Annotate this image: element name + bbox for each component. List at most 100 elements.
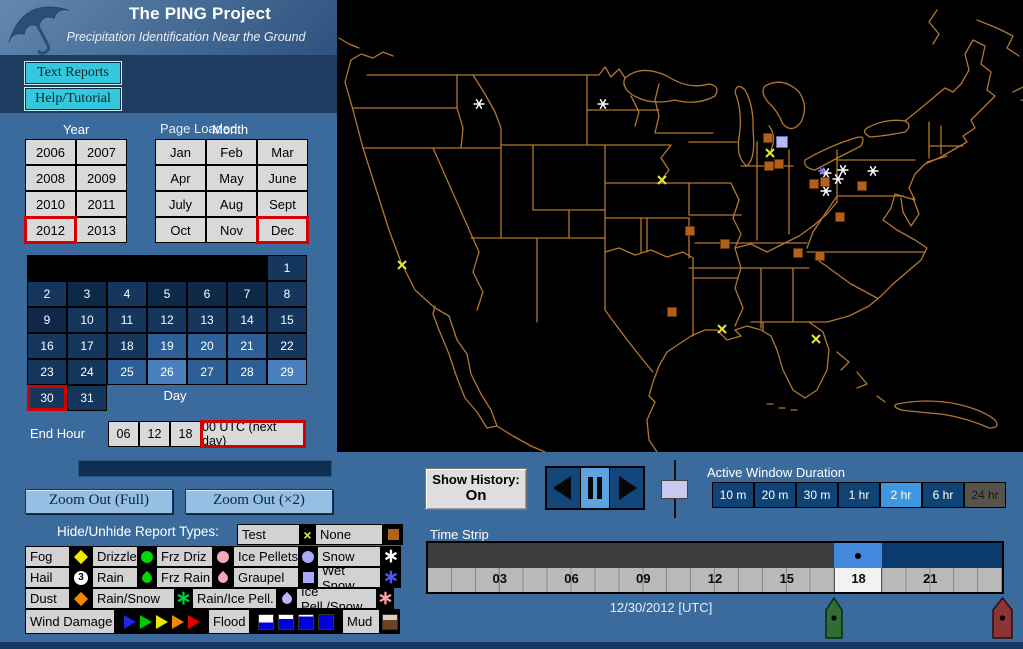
legend-toggle-none[interactable]: None bbox=[315, 524, 383, 545]
duration-button-1hr[interactable]: 1 hr bbox=[838, 482, 880, 508]
day-button-4[interactable]: 4 bbox=[107, 281, 147, 307]
day-button-27[interactable]: 27 bbox=[187, 359, 227, 385]
day-button-30[interactable]: 30 bbox=[27, 385, 67, 411]
legend-icon-cell[interactable] bbox=[70, 588, 92, 609]
legend-icon-cell[interactable] bbox=[299, 546, 317, 567]
day-button-15[interactable]: 15 bbox=[267, 307, 307, 333]
legend-toggle-ice-pell-snow[interactable]: Ice Pell./Snow bbox=[296, 588, 377, 609]
step-back-button[interactable] bbox=[547, 468, 577, 508]
zoom-out-x2-button[interactable]: Zoom Out (×2) bbox=[185, 489, 333, 514]
month-button-jan[interactable]: Jan bbox=[155, 139, 206, 165]
legend-toggle-flood[interactable]: Flood bbox=[208, 609, 250, 634]
year-button-2008[interactable]: 2008 bbox=[25, 165, 76, 191]
day-button-23[interactable]: 23 bbox=[27, 359, 67, 385]
slider-handle[interactable] bbox=[661, 480, 688, 499]
end-hour-button-00utc[interactable]: 00 UTC (next day) bbox=[201, 421, 305, 447]
end-hour-button-18[interactable]: 18 bbox=[170, 421, 201, 447]
day-button-5[interactable]: 5 bbox=[147, 281, 187, 307]
legend-toggle-wind-damage[interactable]: Wind Damage bbox=[25, 609, 115, 634]
legend-icon-cell[interactable] bbox=[138, 546, 156, 567]
end-hour-button-06[interactable]: 06 bbox=[108, 421, 139, 447]
day-button-17[interactable]: 17 bbox=[67, 333, 107, 359]
day-button-31[interactable]: 31 bbox=[67, 385, 107, 411]
future-segment[interactable] bbox=[882, 543, 1002, 568]
month-button-feb[interactable]: Feb bbox=[206, 139, 257, 165]
duration-button-6hr[interactable]: 6 hr bbox=[922, 482, 964, 508]
month-button-july[interactable]: July bbox=[155, 191, 206, 217]
legend-icon-cell[interactable] bbox=[138, 567, 156, 588]
duration-button-24hr[interactable]: 24 hr bbox=[964, 482, 1006, 508]
end-hour-button-12[interactable]: 12 bbox=[139, 421, 170, 447]
time-strip-history-bar[interactable] bbox=[428, 543, 1002, 568]
month-button-mar[interactable]: Mar bbox=[257, 139, 308, 165]
legend-toggle-fog[interactable]: Fog bbox=[25, 546, 70, 567]
day-button-3[interactable]: 3 bbox=[67, 281, 107, 307]
year-button-2012[interactable]: 2012 bbox=[25, 217, 76, 243]
legend-toggle-dust[interactable]: Dust bbox=[25, 588, 70, 609]
day-button-16[interactable]: 16 bbox=[27, 333, 67, 359]
day-button-12[interactable]: 12 bbox=[147, 307, 187, 333]
month-button-apr[interactable]: Apr bbox=[155, 165, 206, 191]
legend-icon-cell[interactable] bbox=[380, 609, 400, 634]
legend-icon-cell[interactable]: ∗ bbox=[377, 588, 394, 609]
day-button-21[interactable]: 21 bbox=[227, 333, 267, 359]
day-button-18[interactable]: 18 bbox=[107, 333, 147, 359]
legend-icon-cell[interactable]: 3 bbox=[70, 567, 92, 588]
year-button-2009[interactable]: 2009 bbox=[76, 165, 127, 191]
help-tutorial-button[interactable]: Help/Tutorial bbox=[25, 88, 121, 110]
day-button-6[interactable]: 6 bbox=[187, 281, 227, 307]
duration-button-2hr[interactable]: 2 hr bbox=[880, 482, 922, 508]
year-button-2013[interactable]: 2013 bbox=[76, 217, 127, 243]
legend-icon-cell[interactable]: ∗ bbox=[175, 588, 192, 609]
year-button-2007[interactable]: 2007 bbox=[76, 139, 127, 165]
legend-toggle-mud[interactable]: Mud bbox=[342, 609, 380, 634]
duration-button-10m[interactable]: 10 m bbox=[712, 482, 754, 508]
text-reports-button[interactable]: Text Reports bbox=[25, 62, 121, 84]
legend-toggle-test[interactable]: Test bbox=[237, 524, 300, 545]
day-button-14[interactable]: 14 bbox=[227, 307, 267, 333]
day-button-26[interactable]: 26 bbox=[147, 359, 187, 385]
day-button-29[interactable]: 29 bbox=[267, 359, 307, 385]
legend-toggle-graupel[interactable]: Graupel bbox=[233, 567, 299, 588]
duration-button-30m[interactable]: 30 m bbox=[796, 482, 838, 508]
legend-icon-cell[interactable] bbox=[213, 546, 233, 567]
legend-icon-cell[interactable] bbox=[277, 588, 296, 609]
pause-button[interactable] bbox=[580, 468, 610, 508]
legend-toggle-frz-driz[interactable]: Frz Driz bbox=[156, 546, 213, 567]
legend-icon-cell[interactable] bbox=[213, 567, 233, 588]
year-button-2011[interactable]: 2011 bbox=[76, 191, 127, 217]
day-button-10[interactable]: 10 bbox=[67, 307, 107, 333]
step-forward-button[interactable] bbox=[613, 468, 643, 508]
month-button-oct[interactable]: Oct bbox=[155, 217, 206, 243]
day-button-28[interactable]: 28 bbox=[227, 359, 267, 385]
day-button-8[interactable]: 8 bbox=[267, 281, 307, 307]
legend-toggle-frz-rain[interactable]: Frz Rain bbox=[156, 567, 213, 588]
month-button-aug[interactable]: Aug bbox=[206, 191, 257, 217]
month-button-june[interactable]: June bbox=[257, 165, 308, 191]
legend-toggle-drizzle[interactable]: Drizzle bbox=[92, 546, 138, 567]
month-button-sept[interactable]: Sept bbox=[257, 191, 308, 217]
window-start-marker[interactable] bbox=[825, 597, 843, 644]
month-button-nov[interactable]: Nov bbox=[206, 217, 257, 243]
legend-toggle-rain-snow[interactable]: Rain/Snow bbox=[92, 588, 175, 609]
day-button-1[interactable]: 1 bbox=[267, 255, 307, 281]
time-strip-hours[interactable]: 03060912151821 bbox=[428, 568, 1002, 592]
year-button-2010[interactable]: 2010 bbox=[25, 191, 76, 217]
month-button-may[interactable]: May bbox=[206, 165, 257, 191]
legend-toggle-hail[interactable]: Hail bbox=[25, 567, 70, 588]
day-button-9[interactable]: 9 bbox=[27, 307, 67, 333]
legend-icon-cell[interactable] bbox=[250, 609, 342, 634]
legend-icon-cell[interactable]: ∗ bbox=[381, 546, 401, 567]
legend-toggle-rain[interactable]: Rain bbox=[92, 567, 138, 588]
duration-button-20m[interactable]: 20 m bbox=[754, 482, 796, 508]
day-button-24[interactable]: 24 bbox=[67, 359, 107, 385]
day-button-7[interactable]: 7 bbox=[227, 281, 267, 307]
day-button-20[interactable]: 20 bbox=[187, 333, 227, 359]
window-end-marker[interactable] bbox=[992, 597, 1013, 644]
legend-icon-cell[interactable] bbox=[115, 609, 208, 634]
month-button-dec[interactable]: Dec bbox=[257, 217, 308, 243]
legend-toggle-rain-ice-pell-[interactable]: Rain/Ice Pell. bbox=[192, 588, 277, 609]
history-segment[interactable] bbox=[428, 543, 834, 568]
day-button-13[interactable]: 13 bbox=[187, 307, 227, 333]
day-button-25[interactable]: 25 bbox=[107, 359, 147, 385]
